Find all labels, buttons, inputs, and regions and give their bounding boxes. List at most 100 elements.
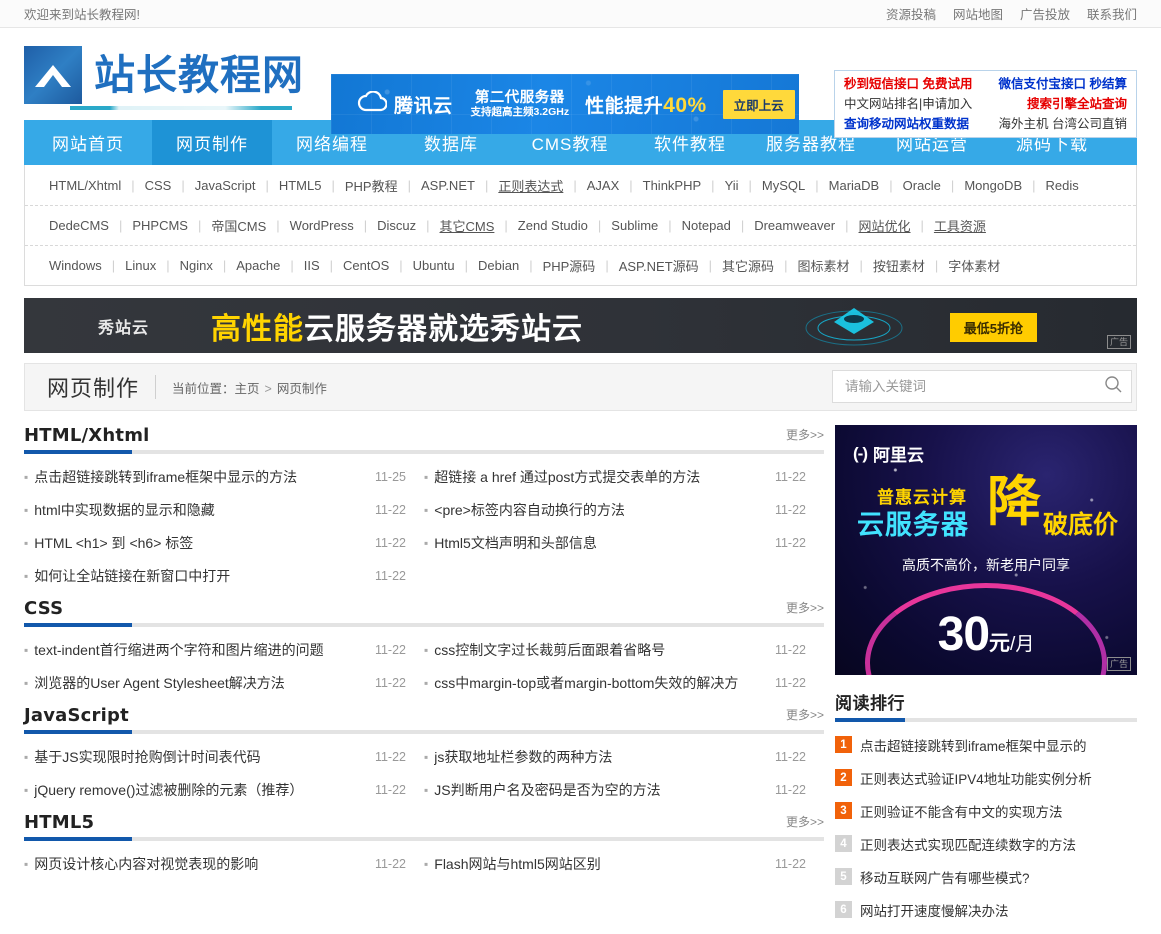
promo-mobile-weight-link[interactable]: 查询移动网站权重数据 bbox=[844, 114, 990, 134]
sub-nav-link[interactable]: 其它源码 bbox=[722, 256, 774, 275]
promo-overseas-host-link[interactable]: 海外主机 台湾公司直销 bbox=[999, 114, 1127, 134]
sub-nav-link[interactable]: Notepad bbox=[682, 218, 731, 233]
rank-article-link[interactable]: 网站打开速度慢解决办法 bbox=[860, 900, 1009, 920]
promo-cn-rank-link[interactable]: 中文网站排名|申请加入 bbox=[844, 94, 990, 114]
article-link[interactable]: HTML <h1> 到 <h6> 标签 bbox=[34, 533, 193, 553]
sub-nav-link[interactable]: ThinkPHP bbox=[643, 178, 702, 193]
promo-search-query-link[interactable]: 搜索引擎全站查询 bbox=[1027, 94, 1127, 114]
section-article-list: ▪基于JS实现限时抢购倒计时间表代码11-22▪js获取地址栏参数的两种方法11… bbox=[24, 734, 824, 806]
sub-nav-link[interactable]: MariaDB bbox=[829, 178, 880, 193]
article-link[interactable]: 浏览器的User Agent Stylesheet解决方法 bbox=[34, 673, 285, 693]
top-link-contact[interactable]: 联系我们 bbox=[1087, 4, 1137, 23]
sub-nav-link[interactable]: 帝国CMS bbox=[211, 216, 266, 235]
sub-nav-link[interactable]: Zend Studio bbox=[518, 218, 588, 233]
sub-nav-link[interactable]: Yii bbox=[725, 178, 739, 193]
section-more-link[interactable]: 更多>> bbox=[786, 706, 824, 726]
breadcrumb-arrow: > bbox=[265, 382, 272, 396]
sub-nav-link[interactable]: 网站优化 bbox=[859, 216, 911, 235]
site-logo[interactable]: 站长教程网 bbox=[24, 44, 304, 104]
sub-nav-link[interactable]: Apache bbox=[236, 258, 280, 273]
sub-nav-link[interactable]: 字体素材 bbox=[948, 256, 1000, 275]
sub-nav-link[interactable]: ASP.NET bbox=[421, 178, 475, 193]
sub-nav-link[interactable]: 按钮素材 bbox=[873, 256, 925, 275]
sub-nav-link[interactable]: JavaScript bbox=[195, 178, 256, 193]
article-link[interactable]: 如何让全站链接在新窗口中打开 bbox=[34, 566, 230, 586]
promo-wechat-pay-link[interactable]: 微信支付宝接口 秒结算 bbox=[999, 74, 1127, 94]
xiuzhanyun-ad[interactable]: 秀站云 高性能云服务器就选秀站云 最低5折抢 广告 bbox=[24, 298, 1137, 353]
rank-article-link[interactable]: 移动互联网广告有哪些模式? bbox=[860, 867, 1030, 887]
sub-nav-link[interactable]: PHP教程 bbox=[345, 176, 398, 195]
article-link[interactable]: html中实现数据的显示和隐藏 bbox=[34, 500, 214, 520]
sub-nav-link[interactable]: Nginx bbox=[180, 258, 213, 273]
rank-article-link[interactable]: 正则验证不能含有中文的实现方法 bbox=[860, 801, 1063, 821]
promo-sms-link[interactable]: 秒到短信接口 免费试用 bbox=[844, 74, 990, 94]
sub-nav-link[interactable]: 其它CMS bbox=[440, 216, 495, 235]
article-link[interactable]: css中margin-top或者margin-bottom失效的解决方 bbox=[434, 673, 738, 693]
article-link[interactable]: Html5文档声明和头部信息 bbox=[434, 533, 597, 553]
article-link[interactable]: jQuery remove()过滤被删除的元素（推荐） bbox=[34, 780, 303, 800]
article-link[interactable]: Flash网站与html5网站区别 bbox=[434, 854, 600, 874]
rank-article-link[interactable]: 点击超链接跳转到iframe框架中显示的 bbox=[860, 735, 1087, 755]
sub-nav-link[interactable]: Debian bbox=[478, 258, 519, 273]
top-link-advertise[interactable]: 广告投放 bbox=[1020, 4, 1070, 23]
nav-tab-home[interactable]: 网站首页 bbox=[24, 120, 152, 165]
sub-nav-link[interactable]: DedeCMS bbox=[49, 218, 109, 233]
sub-nav-link[interactable]: Oracle bbox=[903, 178, 941, 193]
sub-nav-link[interactable]: MySQL bbox=[762, 178, 805, 193]
sub-nav-separator: | bbox=[709, 258, 712, 273]
sub-nav-link[interactable]: Ubuntu bbox=[413, 258, 455, 273]
sub-nav-link[interactable]: CSS bbox=[145, 178, 172, 193]
article-link[interactable]: 超链接 a href 通过post方式提交表单的方法 bbox=[434, 467, 700, 487]
sub-nav-link[interactable]: PHP源码 bbox=[543, 256, 596, 275]
rank-article-link[interactable]: 正则表达式验证IPV4地址功能实例分析 bbox=[860, 768, 1092, 788]
sub-nav-link[interactable]: 图标素材 bbox=[797, 256, 849, 275]
sub-nav-link[interactable]: WordPress bbox=[290, 218, 354, 233]
tencent-cloud-ad[interactable]: 腾讯云 第二代服务器 支持超高主频3.2GHz 性能提升40% 立即上云 bbox=[331, 74, 799, 134]
article-link[interactable]: 网页设计核心内容对视觉表现的影响 bbox=[34, 854, 258, 874]
sub-nav-link[interactable]: AJAX bbox=[587, 178, 620, 193]
sub-nav-link[interactable]: HTML/Xhtml bbox=[49, 178, 121, 193]
top-link-sitemap[interactable]: 网站地图 bbox=[953, 4, 1003, 23]
article-link[interactable]: JS判断用户名及密码是否为空的方法 bbox=[434, 780, 660, 800]
top-link-resource-submit[interactable]: 资源投稿 bbox=[886, 4, 936, 23]
xiuzhanyun-cta-button[interactable]: 最低5折抢 bbox=[950, 313, 1037, 342]
article-link[interactable]: js获取地址栏参数的两种方法 bbox=[434, 747, 612, 767]
section-header: HTML5更多>> bbox=[24, 812, 824, 837]
sub-nav-link[interactable]: Redis bbox=[1046, 178, 1079, 193]
reading-rank-rule bbox=[835, 718, 1137, 722]
search-icon[interactable] bbox=[1104, 375, 1123, 399]
sub-nav-link[interactable]: PHPCMS bbox=[132, 218, 188, 233]
sub-nav-link[interactable]: HTML5 bbox=[279, 178, 322, 193]
sub-nav-separator: | bbox=[364, 218, 367, 233]
page-title: 网页制作 bbox=[47, 371, 139, 403]
sub-nav-link[interactable]: Linux bbox=[125, 258, 156, 273]
article-link[interactable]: 基于JS实现限时抢购倒计时间表代码 bbox=[34, 747, 260, 767]
aliyun-ad-line3: 破底价 bbox=[1043, 505, 1118, 541]
article-link[interactable]: 点击超链接跳转到iframe框架中显示的方法 bbox=[34, 467, 297, 487]
section-more-link[interactable]: 更多>> bbox=[786, 599, 824, 619]
sub-nav-link[interactable]: Discuz bbox=[377, 218, 416, 233]
search-box[interactable] bbox=[832, 370, 1132, 403]
sub-nav-link[interactable]: ASP.NET源码 bbox=[619, 256, 699, 275]
sub-nav-link[interactable]: 正则表达式 bbox=[498, 176, 563, 195]
sub-nav-link[interactable]: Dreamweaver bbox=[754, 218, 835, 233]
sub-nav-link[interactable]: 工具资源 bbox=[934, 216, 986, 235]
sub-nav-link[interactable]: MongoDB bbox=[964, 178, 1022, 193]
article-link[interactable]: text-indent首行缩进两个字符和图片缩进的问题 bbox=[34, 640, 323, 660]
sub-nav-link[interactable]: Sublime bbox=[611, 218, 658, 233]
sub-nav-link[interactable]: Windows bbox=[49, 258, 102, 273]
article-link[interactable]: css控制文字过长裁剪后面跟着省略号 bbox=[434, 640, 665, 660]
sub-nav-link[interactable]: IIS bbox=[304, 258, 320, 273]
sub-nav-separator: | bbox=[711, 178, 714, 193]
rank-article-link[interactable]: 正则表达式实现匹配连续数字的方法 bbox=[860, 834, 1076, 854]
sub-nav-separator: | bbox=[198, 218, 201, 233]
aliyun-ad[interactable]: (-) 阿里云 普惠云计算 云服务器 降 破底价 高质不高价，新老用户同享 30… bbox=[835, 425, 1137, 675]
section-more-link[interactable]: 更多>> bbox=[786, 813, 824, 833]
nav-tab-webdesign[interactable]: 网页制作 bbox=[152, 120, 272, 165]
search-input[interactable] bbox=[845, 379, 1104, 394]
article-link[interactable]: <pre>标签内容自动换行的方法 bbox=[434, 500, 625, 520]
breadcrumb-home[interactable]: 主页 bbox=[235, 382, 260, 396]
tencent-ad-button[interactable]: 立即上云 bbox=[723, 90, 795, 119]
sub-nav-link[interactable]: CentOS bbox=[343, 258, 389, 273]
section-more-link[interactable]: 更多>> bbox=[786, 426, 824, 446]
